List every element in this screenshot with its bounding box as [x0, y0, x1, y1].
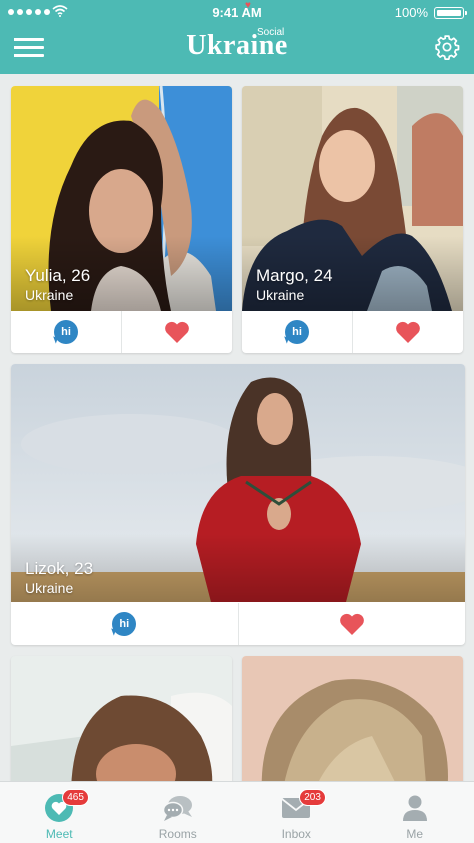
- say-hi-button[interactable]: hi: [11, 311, 121, 353]
- bottom-tab-bar: 465 Meet Rooms 203 Inbox Me: [0, 781, 474, 843]
- heart-icon: [165, 321, 189, 343]
- status-bar: 9:41 AM 100%: [0, 0, 474, 26]
- profile-name: Yulia, 26: [25, 266, 91, 285]
- tab-inbox[interactable]: 203 Inbox: [237, 782, 356, 843]
- profile-card[interactable]: [242, 656, 463, 796]
- meet-badge: 465: [62, 789, 89, 806]
- tab-me[interactable]: Me: [356, 782, 474, 843]
- profile-city: Ukraine: [25, 287, 74, 303]
- app-logo: Ukraine: [0, 30, 474, 62]
- profile-city: Ukraine: [256, 287, 305, 303]
- gear-icon[interactable]: [434, 34, 460, 60]
- like-button[interactable]: [352, 311, 463, 353]
- logo-heart-icon: ♥: [245, 0, 251, 11]
- app-header: 9:41 AM 100% Ukraine ♥ Social: [0, 0, 474, 74]
- profile-caption: Lizok, 23 Ukraine: [25, 559, 93, 596]
- hi-chat-icon: hi: [112, 612, 137, 636]
- hi-chat-icon: hi: [285, 320, 309, 344]
- say-hi-button[interactable]: hi: [11, 603, 238, 645]
- heart-icon: [339, 613, 364, 635]
- tab-rooms[interactable]: Rooms: [119, 782, 238, 843]
- profile-caption: Yulia, 26 Ukraine: [25, 266, 90, 303]
- profile-card[interactable]: Margo, 24 Ukraine hi: [242, 86, 463, 353]
- battery-icon: [434, 7, 467, 19]
- say-hi-button[interactable]: hi: [242, 311, 352, 353]
- inbox-badge: 203: [299, 789, 326, 806]
- profile-name: Lizok, 23: [25, 559, 94, 578]
- profile-photo[interactable]: [242, 656, 463, 796]
- tab-label: Me: [406, 827, 424, 841]
- person-icon: [402, 795, 427, 821]
- card-actions: hi: [11, 603, 465, 645]
- like-button[interactable]: [121, 311, 232, 353]
- tab-label: Rooms: [158, 827, 197, 841]
- hi-chat-icon: hi: [54, 320, 78, 344]
- tab-label: Meet: [45, 827, 73, 841]
- like-button[interactable]: [237, 603, 466, 645]
- card-actions: hi: [11, 311, 232, 353]
- profile-name: Margo, 24: [256, 266, 333, 285]
- chat-bubbles-icon: [162, 796, 192, 821]
- tab-meet[interactable]: 465 Meet: [0, 782, 119, 843]
- profile-city: Ukraine: [25, 580, 74, 596]
- heart-icon: [396, 321, 420, 343]
- battery-percent: 100%: [394, 5, 428, 20]
- logo-subtitle: Social: [257, 27, 285, 38]
- profile-caption: Margo, 24 Ukraine: [256, 266, 333, 303]
- tab-label: Inbox: [281, 827, 311, 841]
- profile-photo[interactable]: [11, 656, 232, 796]
- profile-card[interactable]: Yulia, 26 Ukraine hi: [11, 86, 232, 353]
- profile-card[interactable]: [11, 656, 232, 796]
- profile-card[interactable]: Lizok, 23 Ukraine hi: [11, 364, 465, 645]
- card-actions: hi: [242, 311, 463, 353]
